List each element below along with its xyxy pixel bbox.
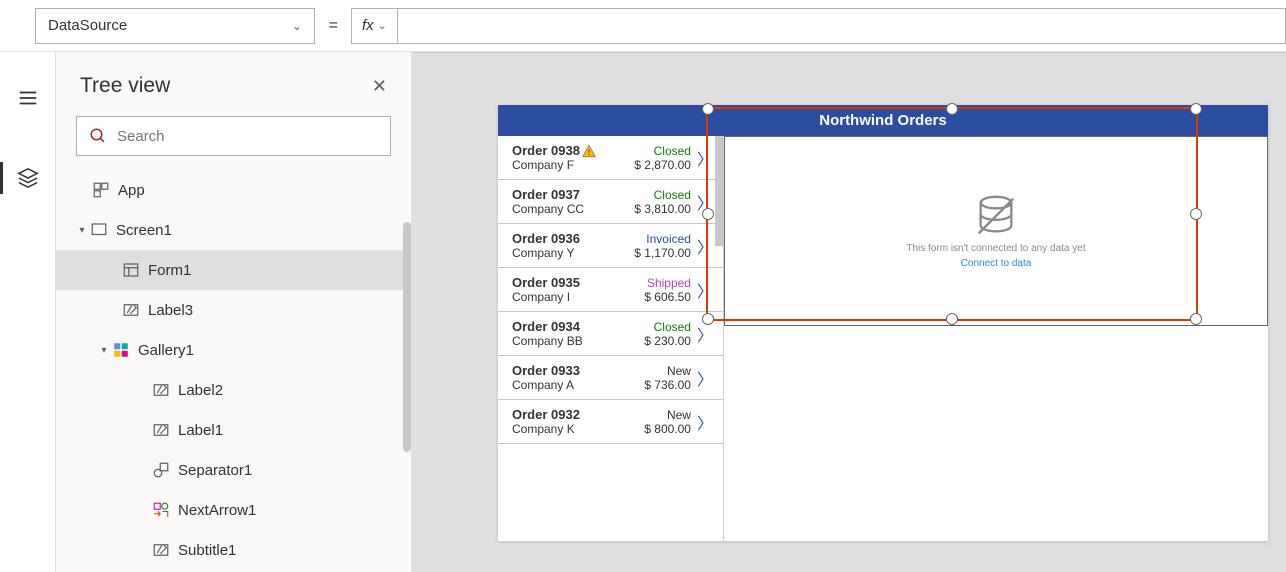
- tree-item-label: NextArrow1: [178, 502, 256, 519]
- gallery-item[interactable]: Order 0938Company F Closed$ 2,870.00 〉: [498, 136, 723, 180]
- status-label: Closed: [654, 144, 691, 158]
- gallery-item[interactable]: Order 0937Company CC Closed$ 3,810.00 〉: [498, 180, 723, 224]
- company-name: Company K: [512, 422, 580, 436]
- scrollbar[interactable]: [403, 222, 411, 452]
- status-label: Invoiced: [646, 232, 691, 246]
- company-name: Company F: [512, 158, 596, 172]
- chevron-right-icon[interactable]: 〉: [697, 278, 713, 302]
- price-label: $ 3,810.00: [634, 202, 691, 216]
- fx-label: fx: [362, 17, 374, 34]
- company-name: Company A: [512, 378, 580, 392]
- chevron-right-icon[interactable]: 〉: [697, 190, 713, 214]
- formula-input[interactable]: [398, 8, 1286, 44]
- tree-item-label: Gallery1: [138, 342, 194, 359]
- price-label: $ 800.00: [644, 422, 691, 436]
- status-label: Shipped: [647, 276, 691, 290]
- tree-item-label: Screen1: [116, 222, 172, 239]
- tree-item-label1[interactable]: Label1: [56, 410, 411, 450]
- price-label: $ 230.00: [644, 334, 691, 348]
- form-placeholder: This form isn't connected to any data ye…: [724, 136, 1268, 326]
- tree-list: App ▾ Screen1 Form1 Label3 ▾ Gallery1 Label2 Lab…: [56, 170, 411, 570]
- form-empty-message: This form isn't connected to any data ye…: [906, 243, 1085, 254]
- tree-item-label2[interactable]: Label2: [56, 370, 411, 410]
- property-selector[interactable]: DataSource ⌄: [35, 8, 315, 44]
- order-title: Order 0932: [512, 407, 580, 422]
- tree-view-title: Tree view: [80, 74, 170, 98]
- expand-icon[interactable]: ▾: [74, 225, 90, 236]
- price-label: $ 736.00: [644, 378, 691, 392]
- search-input[interactable]: [117, 117, 378, 155]
- fx-button[interactable]: fx ⌄: [351, 8, 398, 44]
- equals-sign: =: [315, 17, 351, 35]
- tree-item-label: Label3: [148, 302, 193, 319]
- order-title: Order 0938: [512, 143, 596, 158]
- company-name: Company BB: [512, 334, 583, 348]
- order-title: Order 0937: [512, 187, 584, 202]
- company-name: Company I: [512, 290, 580, 304]
- tree-item-nextarrow1[interactable]: NextArrow1: [56, 490, 411, 530]
- tree-item-gallery1[interactable]: ▾ Gallery1: [56, 330, 411, 370]
- tree-item-label: App: [118, 182, 145, 199]
- chevron-right-icon[interactable]: 〉: [697, 146, 713, 170]
- tree-search[interactable]: [76, 116, 391, 156]
- chevron-down-icon: ⌄: [292, 19, 302, 33]
- expand-icon[interactable]: ▾: [96, 345, 112, 356]
- chevron-right-icon[interactable]: 〉: [697, 410, 713, 434]
- status-label: Closed: [654, 320, 691, 334]
- chevron-right-icon[interactable]: 〉: [697, 234, 713, 258]
- order-title: Order 0933: [512, 363, 580, 378]
- tree-item-label3[interactable]: Label3: [56, 290, 411, 330]
- property-selector-label: DataSource: [48, 17, 127, 34]
- order-title: Order 0935: [512, 275, 580, 290]
- gallery[interactable]: Order 0938Company FClosed$ 2,870.00〉Orde…: [498, 136, 724, 541]
- price-label: $ 606.50: [644, 290, 691, 304]
- tree-item-label: Form1: [148, 262, 191, 279]
- database-icon: [973, 193, 1019, 239]
- gallery-item[interactable]: Order 0933Company A New$ 736.00 〉: [498, 356, 723, 400]
- price-label: $ 2,870.00: [634, 158, 691, 172]
- scrollbar[interactable]: [715, 136, 723, 246]
- chevron-down-icon: ⌄: [378, 19, 387, 32]
- tree-item-subtitle1[interactable]: Subtitle1: [56, 530, 411, 570]
- connect-to-data-link[interactable]: Connect to data: [961, 258, 1032, 269]
- status-label: New: [667, 408, 691, 422]
- app-title: Northwind Orders: [819, 112, 947, 129]
- price-label: $ 1,170.00: [634, 246, 691, 260]
- tree-item-label: Label1: [178, 422, 223, 439]
- left-rail: [0, 52, 56, 572]
- tree-view-button[interactable]: [0, 158, 56, 198]
- app-header: Northwind Orders: [498, 105, 1268, 136]
- gallery-item[interactable]: Order 0935Company I Shipped$ 606.50 〉: [498, 268, 723, 312]
- company-name: Company Y: [512, 246, 580, 260]
- close-icon[interactable]: ✕: [372, 76, 387, 97]
- chevron-right-icon[interactable]: 〉: [697, 322, 713, 346]
- warning-icon: [582, 144, 596, 158]
- order-title: Order 0936: [512, 231, 580, 246]
- gallery-item[interactable]: Order 0932Company K New$ 800.00 〉: [498, 400, 723, 444]
- chevron-right-icon[interactable]: 〉: [697, 366, 713, 390]
- company-name: Company CC: [512, 202, 584, 216]
- app-screen: Northwind Orders Order 0938Company F Clos…: [498, 105, 1268, 541]
- tree-item-label: Separator1: [178, 462, 252, 479]
- search-icon: [89, 127, 107, 145]
- tree-item-form1[interactable]: Form1: [56, 250, 411, 290]
- tree-item-label: Subtitle1: [178, 542, 236, 559]
- status-label: New: [667, 364, 691, 378]
- form-area[interactable]: This form isn't connected to any data ye…: [724, 136, 1268, 541]
- gallery-item[interactable]: Order 0936Company Y Invoiced$ 1,170.00 〉: [498, 224, 723, 268]
- tree-item-label: Label2: [178, 382, 223, 399]
- formula-bar: DataSource ⌄ = fx ⌄: [0, 0, 1286, 52]
- hamburger-button[interactable]: [0, 78, 56, 118]
- status-label: Closed: [654, 188, 691, 202]
- tree-item-app[interactable]: App: [56, 170, 411, 210]
- order-title: Order 0934: [512, 319, 583, 334]
- canvas-area[interactable]: Northwind Orders Order 0938Company F Clos…: [412, 52, 1286, 572]
- tree-item-screen1[interactable]: ▾ Screen1: [56, 210, 411, 250]
- gallery-item[interactable]: Order 0934Company BB Closed$ 230.00 〉: [498, 312, 723, 356]
- tree-item-separator1[interactable]: Separator1: [56, 450, 411, 490]
- tree-view-panel: Tree view ✕ App ▾ Screen1 Form1 Label3 ▾ Galle…: [56, 52, 412, 572]
